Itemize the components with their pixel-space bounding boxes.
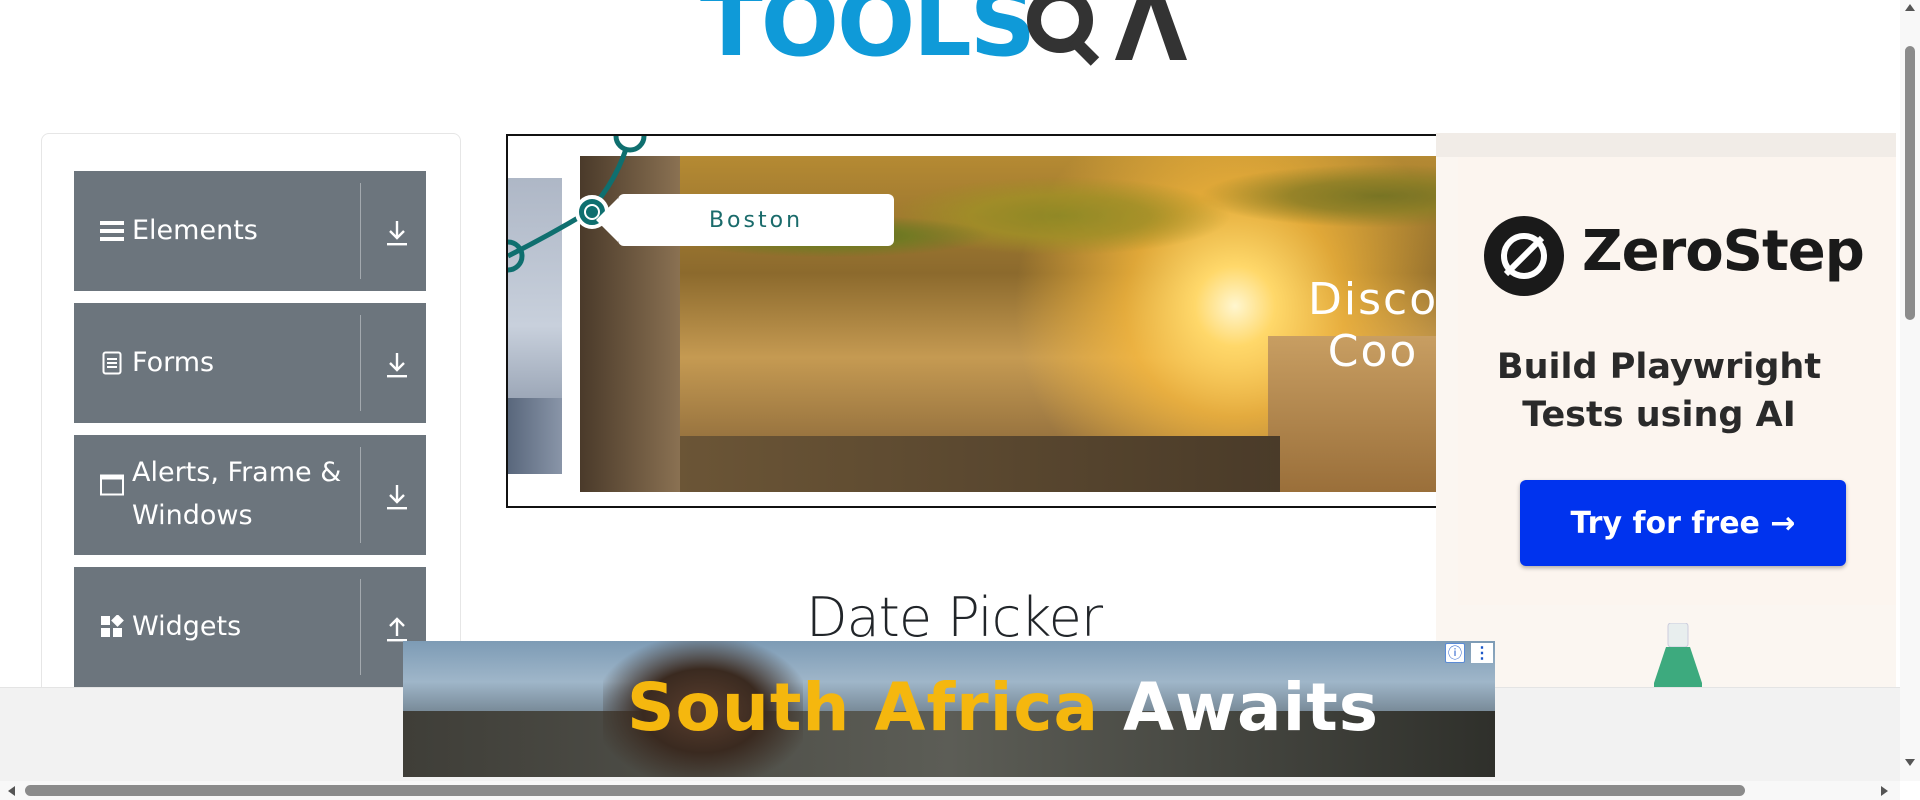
banner-location-tag: Boston xyxy=(596,194,894,246)
ad-headline: South Africa Awaits xyxy=(627,669,1379,746)
widgets-icon xyxy=(100,615,124,639)
vertical-scrollbar[interactable] xyxy=(1900,0,1920,781)
scroll-up-arrow-icon[interactable] xyxy=(1904,2,1916,12)
ad-tagline-line1: Build Playwright xyxy=(1496,347,1822,387)
scroll-down-arrow-icon[interactable] xyxy=(1904,758,1916,768)
ad-more-options-icon[interactable]: ⋮ xyxy=(1471,643,1493,663)
ad-headline-yellow: South Africa xyxy=(627,669,1100,746)
banner-street xyxy=(680,436,1280,492)
banner-overlay-line1: Disco xyxy=(1308,274,1439,325)
upload-icon[interactable] xyxy=(384,614,410,644)
ad-header-strip xyxy=(1436,133,1896,157)
banner-overlay-text: Disco Coo xyxy=(1308,274,1438,378)
sidebar-group-widgets[interactable]: Widgets xyxy=(74,567,426,687)
download-icon[interactable] xyxy=(384,218,410,248)
hamburger-icon xyxy=(100,219,124,243)
divider xyxy=(360,183,361,279)
toolsqa-logo[interactable]: TOOLS xyxy=(700,0,1200,85)
vertical-scrollbar-thumb[interactable] xyxy=(1905,46,1915,320)
divider xyxy=(360,315,361,411)
download-icon[interactable] xyxy=(384,482,410,512)
logo-tools-text: TOOLS xyxy=(700,0,1036,77)
ad-headline-white: Awaits xyxy=(1123,669,1380,746)
ad-tagline-line2: Tests using AI xyxy=(1522,395,1796,435)
banner-overlay-line2: Coo xyxy=(1327,326,1419,377)
sidebar-group-label-line1: Alerts, Frame & xyxy=(132,457,342,488)
ad-brand-name: ZeroStep xyxy=(1582,219,1865,284)
sidebar-group-elements[interactable]: Elements xyxy=(74,171,426,291)
horizontal-scrollbar-thumb[interactable] xyxy=(25,785,1745,796)
horizontal-scrollbar[interactable] xyxy=(0,781,1900,800)
sidebar-group-label: Widgets xyxy=(132,611,242,642)
scroll-left-arrow-icon[interactable] xyxy=(6,785,16,797)
ad-tagline: Build Playwright Tests using AI xyxy=(1476,343,1842,439)
sidebar-group-label-line2: Windows xyxy=(132,500,253,531)
window-icon xyxy=(100,473,124,497)
page-title: Date Picker xyxy=(806,586,1103,649)
ad-info-icon[interactable]: ⓘ xyxy=(1445,643,1465,663)
sidebar-group-alerts-frame-windows[interactable]: Alerts, Frame & Windows xyxy=(74,435,426,555)
zerostep-logo-icon xyxy=(1484,216,1564,296)
try-for-free-button[interactable]: Try for free → xyxy=(1520,480,1846,566)
scroll-right-arrow-icon[interactable] xyxy=(1880,785,1890,797)
bottle-image xyxy=(1652,622,1704,693)
south-africa-ad[interactable]: South Africa Awaits ⓘ ⋮ xyxy=(403,641,1495,777)
sidebar-group-forms[interactable]: Forms xyxy=(74,303,426,423)
divider xyxy=(360,447,361,543)
page: TOOLS Elements Forms Alerts, Frame & Win… xyxy=(0,0,1920,800)
sidebar-group-label: Elements xyxy=(132,215,258,246)
gear-icon xyxy=(1027,0,1187,66)
document-icon xyxy=(100,351,124,375)
banner-left-building xyxy=(508,398,562,474)
download-icon[interactable] xyxy=(384,350,410,380)
sidebar-group-label: Forms xyxy=(132,347,215,378)
divider xyxy=(360,579,361,675)
